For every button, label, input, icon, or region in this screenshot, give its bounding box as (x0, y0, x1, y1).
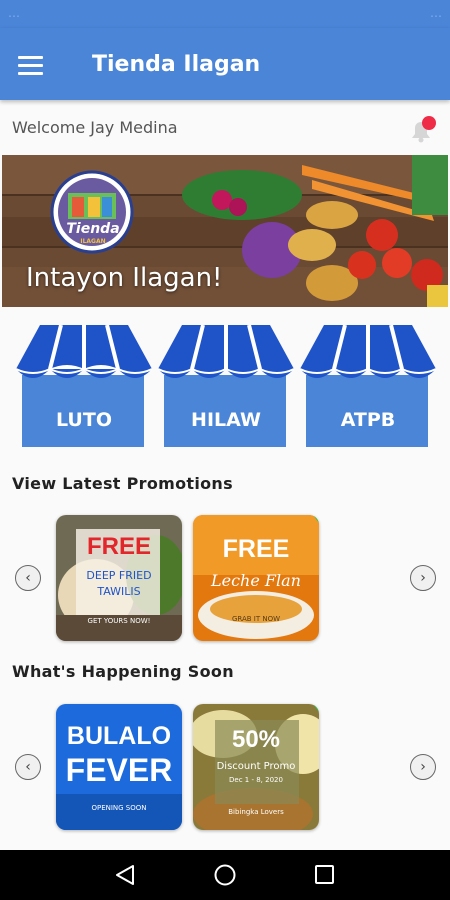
store-hilaw[interactable]: HILAW (158, 325, 294, 448)
event-headline: BULALO (66, 722, 172, 750)
system-nav-bar (0, 850, 450, 900)
status-bar: … … (0, 0, 450, 28)
chevron-left-icon: ‹ (25, 759, 31, 775)
back-icon[interactable] (116, 865, 134, 885)
banner-logo-text: Tienda (66, 221, 120, 237)
event-line2: Dec 1 - 8, 2020 (229, 776, 283, 784)
event-footer: Bibingka Lovers (228, 808, 284, 816)
event-footer: OPENING SOON (91, 804, 147, 812)
notification-bell-icon[interactable] (406, 116, 436, 146)
happening-prev-button[interactable]: ‹ (15, 754, 41, 780)
home-icon[interactable] (214, 864, 236, 886)
promotions-next-button[interactable]: › (410, 565, 436, 591)
promo-line2: TAWILIS (97, 585, 141, 598)
status-right-text: … (430, 6, 442, 20)
store-atpb[interactable]: ATPB (300, 325, 436, 448)
menu-icon[interactable] (18, 48, 52, 82)
promo-card-tawilis[interactable]: FREE DEEP FRIED TAWILIS GET YOURS NOW! (56, 515, 182, 641)
store-luto[interactable]: LUTO (16, 325, 152, 448)
promo-card-leche-flan[interactable]: FREE Leche Flan GRAB IT NOW (193, 515, 319, 641)
store-label: ATPB (340, 409, 396, 431)
promo-headline: FREE (86, 533, 151, 560)
promotions-prev-button[interactable]: ‹ (15, 565, 41, 591)
notification-badge (422, 116, 436, 130)
store-label: LUTO (56, 409, 112, 431)
happening-title: What's Happening Soon (12, 662, 234, 681)
chevron-right-icon: › (420, 759, 426, 775)
status-right: … (430, 6, 442, 20)
happening-next-button[interactable]: › (410, 754, 436, 780)
banner-logo-sub: ILAGAN (80, 238, 106, 245)
chevron-right-icon: › (420, 570, 426, 586)
event-line1: FEVER (65, 752, 173, 788)
status-left-text: … (8, 6, 20, 20)
event-card-bulalo[interactable]: BULALO FEVER OPENING SOON (56, 704, 182, 830)
app-title: Tienda Ilagan (92, 52, 261, 77)
app-screen: … … Tienda Ilagan Welcome Jay Medina Tie… (0, 0, 450, 900)
awning-icon (158, 325, 294, 378)
store-label: HILAW (191, 409, 261, 431)
promo-line1: Leche Flan (211, 571, 301, 590)
recents-icon[interactable] (315, 865, 334, 884)
promo-headline: FREE (222, 535, 290, 563)
banner-tagline: Intayon Ilagan! (26, 263, 223, 293)
awning-icon (16, 325, 152, 378)
promo-line1: DEEP FRIED (86, 569, 152, 582)
event-line1: Discount Promo (216, 761, 296, 772)
event-headline: 50% (231, 726, 281, 753)
awning-icon (300, 325, 436, 378)
hero-banner[interactable]: Tienda ILAGAN Intayon Ilagan! (2, 155, 448, 307)
welcome-text: Welcome Jay Medina (12, 118, 178, 137)
chevron-left-icon: ‹ (25, 570, 31, 586)
promo-footer: GRAB IT NOW (231, 615, 281, 623)
promotions-title: View Latest Promotions (12, 474, 233, 493)
event-card-bibingka[interactable]: 50% Discount Promo Dec 1 - 8, 2020 Bibin… (193, 704, 319, 830)
app-bar: Tienda Ilagan (0, 28, 450, 100)
promo-footer: GET YOURS NOW! (87, 617, 151, 625)
status-left: … (8, 6, 20, 20)
